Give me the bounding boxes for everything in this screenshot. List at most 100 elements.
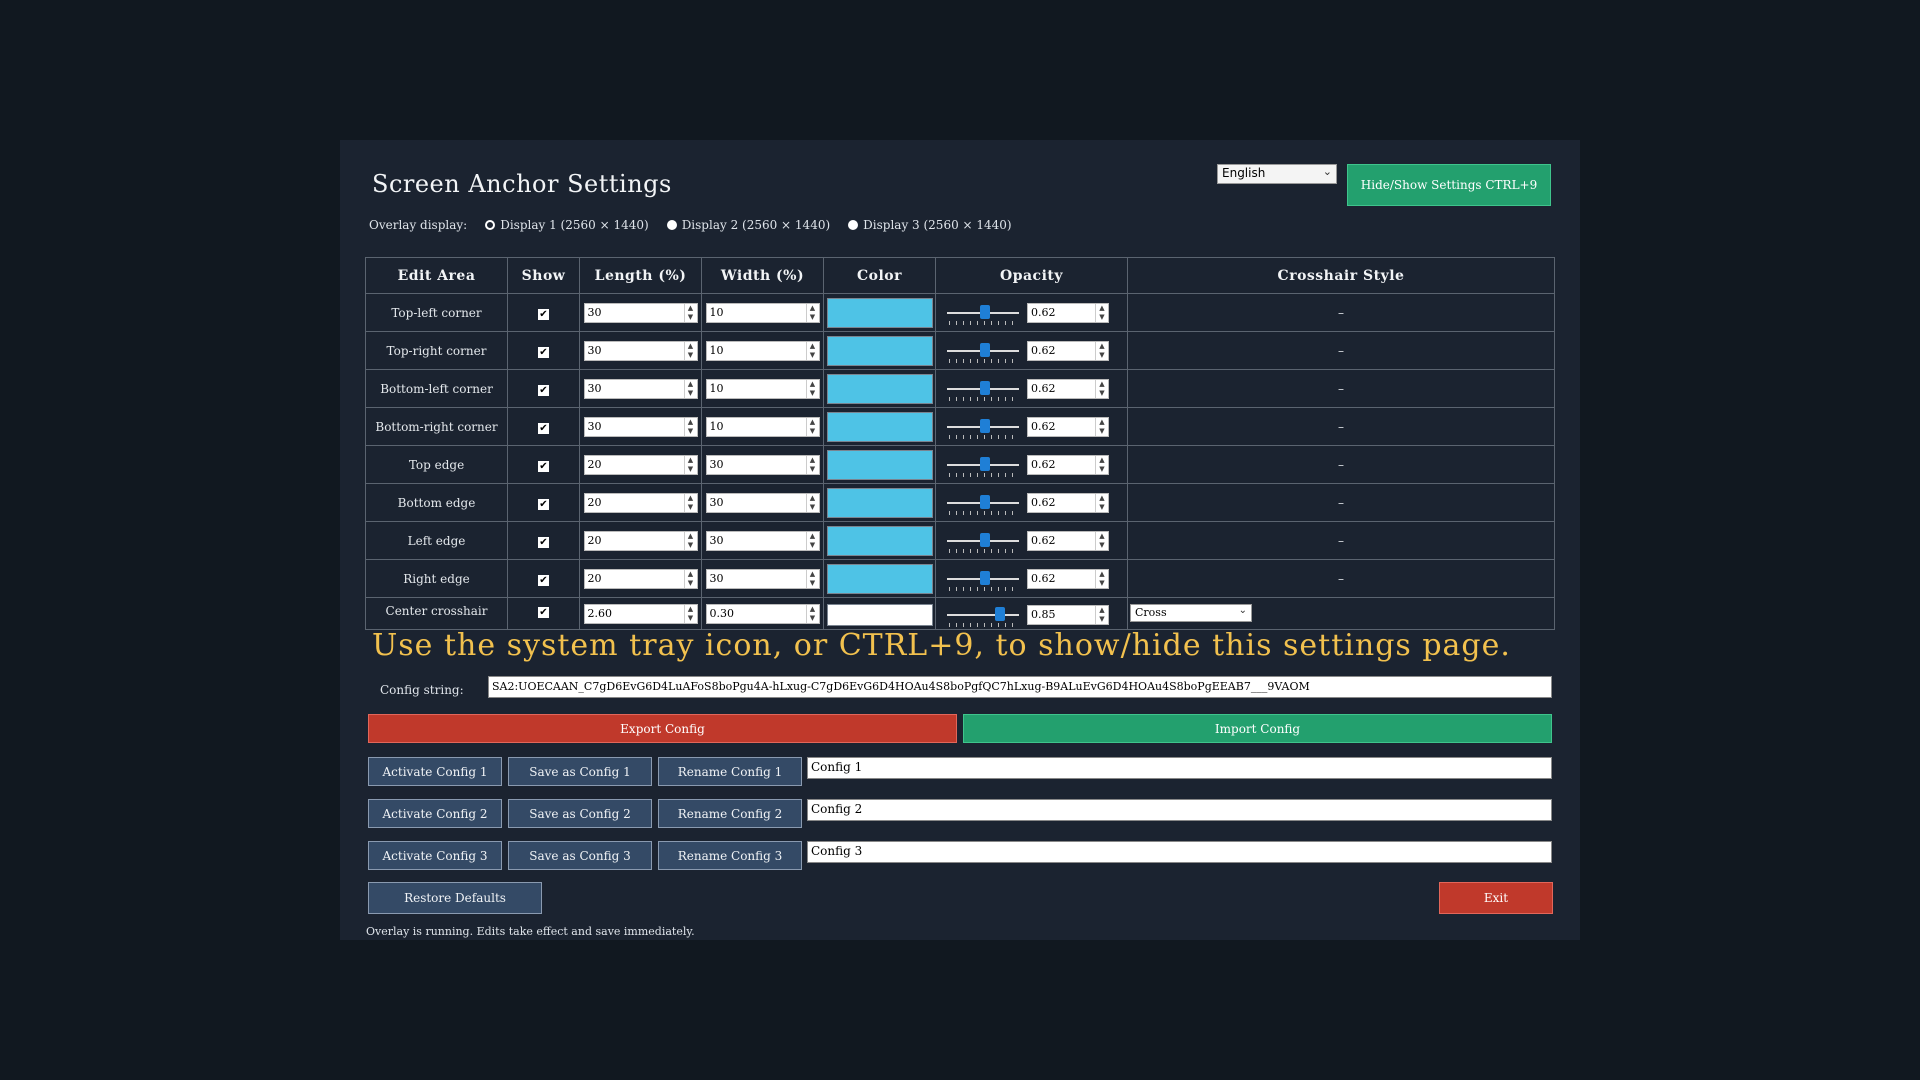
show-checkbox[interactable]: ✔: [538, 536, 549, 548]
spin-arrows-icon[interactable]: ▲ ▼: [1095, 493, 1108, 512]
activate-config-1-button[interactable]: Activate Config 1: [368, 757, 502, 786]
color-swatch-button[interactable]: [826, 335, 933, 366]
rename-config-1-button[interactable]: Rename Config 1: [658, 757, 802, 786]
opacity-spinbox[interactable]: 0.62 ▲ ▼: [1027, 530, 1109, 551]
color-swatch-button[interactable]: [826, 373, 933, 404]
spin-arrows-icon[interactable]: ▲ ▼: [1095, 417, 1108, 436]
language-select[interactable]: English ⌄: [1217, 164, 1337, 184]
color-swatch-button[interactable]: [826, 604, 933, 626]
opacity-spinbox[interactable]: 0.62 ▲ ▼: [1027, 302, 1109, 323]
length-spinbox[interactable]: 30 ▲ ▼: [583, 378, 698, 399]
exit-button[interactable]: Exit: [1439, 882, 1553, 914]
rename-config-2-button[interactable]: Rename Config 2: [658, 799, 802, 828]
config-3-name-input[interactable]: Config 3: [807, 841, 1552, 863]
show-checkbox[interactable]: ✔: [538, 422, 549, 434]
show-checkbox[interactable]: ✔: [538, 574, 549, 586]
radio-icon[interactable]: [666, 220, 677, 230]
opacity-slider[interactable]: [947, 378, 1019, 401]
opacity-slider[interactable]: [947, 416, 1019, 439]
spin-arrows-icon[interactable]: ▲ ▼: [683, 417, 697, 436]
opacity-slider[interactable]: [947, 492, 1019, 515]
opacity-spinbox[interactable]: 0.62 ▲ ▼: [1027, 492, 1109, 513]
opacity-slider[interactable]: [947, 530, 1019, 553]
config-string-input[interactable]: SA2:UOECAAN_C7gD6EvG6D4LuAFoS8boPgu4A-hL…: [488, 676, 1552, 698]
hide-show-settings-button[interactable]: Hide/Show Settings CTRL+9: [1347, 164, 1551, 206]
width-spinbox[interactable]: 0.30 ▲ ▼: [705, 604, 820, 624]
spin-arrows-icon[interactable]: ▲ ▼: [1095, 379, 1108, 398]
radio-icon[interactable]: [848, 220, 859, 230]
opacity-slider[interactable]: [947, 604, 1019, 627]
color-swatch-button[interactable]: [826, 449, 933, 480]
spin-arrows-icon[interactable]: ▲ ▼: [683, 341, 697, 360]
spin-arrows-icon[interactable]: ▲ ▼: [805, 303, 819, 322]
spin-arrows-icon[interactable]: ▲ ▼: [683, 379, 697, 398]
spin-arrows-icon[interactable]: ▲ ▼: [1095, 303, 1108, 322]
spin-arrows-icon[interactable]: ▲ ▼: [1095, 455, 1108, 474]
slider-handle[interactable]: [980, 532, 990, 547]
display-option-2[interactable]: Display 2 (2560 × 1440): [666, 218, 830, 232]
spin-arrows-icon[interactable]: ▲ ▼: [805, 605, 819, 623]
color-swatch-button[interactable]: [826, 411, 933, 442]
rename-config-3-button[interactable]: Rename Config 3: [658, 841, 802, 870]
spin-arrows-icon[interactable]: ▲ ▼: [1095, 606, 1108, 624]
config-1-name-input[interactable]: Config 1: [807, 757, 1552, 779]
activate-config-2-button[interactable]: Activate Config 2: [368, 799, 502, 828]
slider-handle[interactable]: [980, 342, 990, 357]
spin-arrows-icon[interactable]: ▲ ▼: [805, 379, 819, 398]
spin-arrows-icon[interactable]: ▲ ▼: [683, 303, 697, 322]
length-spinbox[interactable]: 30 ▲ ▼: [583, 302, 698, 323]
slider-handle[interactable]: [980, 418, 990, 433]
width-spinbox[interactable]: 30 ▲ ▼: [705, 454, 820, 475]
width-spinbox[interactable]: 30 ▲ ▼: [705, 530, 820, 551]
color-swatch-button[interactable]: [826, 297, 933, 328]
length-spinbox[interactable]: 20 ▲ ▼: [583, 530, 698, 551]
color-swatch-button[interactable]: [826, 525, 933, 556]
save-config-1-button[interactable]: Save as Config 1: [508, 757, 652, 786]
save-config-3-button[interactable]: Save as Config 3: [508, 841, 652, 870]
spin-arrows-icon[interactable]: ▲ ▼: [805, 493, 819, 512]
opacity-slider[interactable]: [947, 568, 1019, 591]
opacity-spinbox[interactable]: 0.62 ▲ ▼: [1027, 568, 1109, 589]
spin-arrows-icon[interactable]: ▲ ▼: [1095, 341, 1108, 360]
crosshair-style-select[interactable]: Cross ⌄: [1130, 604, 1252, 622]
opacity-spinbox[interactable]: 0.62 ▲ ▼: [1027, 454, 1109, 475]
display-option-1[interactable]: Display 1 (2560 × 1440): [485, 218, 649, 232]
length-spinbox[interactable]: 30 ▲ ▼: [583, 416, 698, 437]
export-config-button[interactable]: Export Config: [368, 714, 957, 743]
length-spinbox[interactable]: 20 ▲ ▼: [583, 492, 698, 513]
restore-defaults-button[interactable]: Restore Defaults: [368, 882, 542, 914]
spin-arrows-icon[interactable]: ▲ ▼: [683, 493, 697, 512]
slider-handle[interactable]: [980, 494, 990, 509]
show-checkbox[interactable]: ✔: [538, 308, 549, 320]
spin-arrows-icon[interactable]: ▲ ▼: [805, 455, 819, 474]
show-checkbox[interactable]: ✔: [538, 346, 549, 358]
width-spinbox[interactable]: 30 ▲ ▼: [705, 568, 820, 589]
display-option-3[interactable]: Display 3 (2560 × 1440): [848, 218, 1012, 232]
width-spinbox[interactable]: 10 ▲ ▼: [705, 416, 820, 437]
radio-icon[interactable]: [485, 220, 496, 230]
spin-arrows-icon[interactable]: ▲ ▼: [805, 569, 819, 588]
slider-handle[interactable]: [980, 570, 990, 585]
opacity-spinbox[interactable]: 0.62 ▲ ▼: [1027, 340, 1109, 361]
show-checkbox[interactable]: ✔: [538, 384, 549, 396]
length-spinbox[interactable]: 2.60 ▲ ▼: [583, 604, 698, 624]
width-spinbox[interactable]: 10 ▲ ▼: [705, 340, 820, 361]
opacity-spinbox[interactable]: 0.62 ▲ ▼: [1027, 416, 1109, 437]
spin-arrows-icon[interactable]: ▲ ▼: [805, 531, 819, 550]
color-swatch-button[interactable]: [826, 563, 933, 594]
slider-handle[interactable]: [995, 607, 1005, 621]
spin-arrows-icon[interactable]: ▲ ▼: [1095, 531, 1108, 550]
show-checkbox[interactable]: ✔: [538, 607, 549, 618]
opacity-spinbox[interactable]: 0.85 ▲ ▼: [1027, 605, 1109, 625]
width-spinbox[interactable]: 10 ▲ ▼: [705, 378, 820, 399]
color-swatch-button[interactable]: [826, 487, 933, 518]
opacity-slider[interactable]: [947, 454, 1019, 477]
length-spinbox[interactable]: 30 ▲ ▼: [583, 340, 698, 361]
show-checkbox[interactable]: ✔: [538, 460, 549, 472]
opacity-slider[interactable]: [947, 340, 1019, 363]
length-spinbox[interactable]: 20 ▲ ▼: [583, 454, 698, 475]
spin-arrows-icon[interactable]: ▲ ▼: [683, 605, 697, 623]
width-spinbox[interactable]: 10 ▲ ▼: [705, 302, 820, 323]
spin-arrows-icon[interactable]: ▲ ▼: [805, 417, 819, 436]
slider-handle[interactable]: [980, 380, 990, 395]
